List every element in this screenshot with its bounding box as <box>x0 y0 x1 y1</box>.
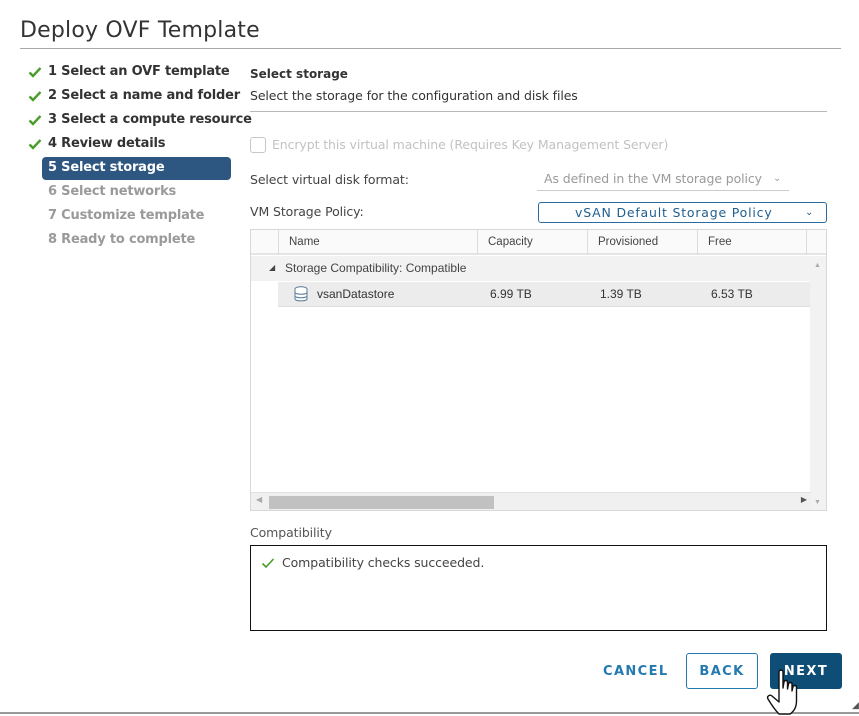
horizontal-scrollbar[interactable]: ◀ ▶ <box>251 492 811 510</box>
checkbox[interactable] <box>250 137 266 153</box>
column-header-free[interactable]: Free <box>698 230 807 255</box>
group-row[interactable]: ◢ Storage Compatibility: Compatible <box>251 256 811 281</box>
datastore-icon <box>294 286 308 302</box>
datastore-capacity: 6.99 TB <box>490 287 532 301</box>
scrollbar-thumb[interactable] <box>269 496 494 509</box>
step-label: 4 Review details <box>48 136 166 151</box>
table-row[interactable]: vsanDatastore 6.99 TB 1.39 TB 6.53 TB <box>278 282 811 307</box>
vertical-scrollbar[interactable]: ▲ ▼ <box>810 256 826 510</box>
title-divider <box>20 48 841 49</box>
disk-format-label: Select virtual disk format: <box>250 172 409 187</box>
chevron-down-icon: ⌄ <box>773 173 782 184</box>
resize-handle-icon[interactable]: ◢ <box>852 700 859 711</box>
datastore-provisioned: 1.39 TB <box>600 287 642 301</box>
disk-format-value: As defined in the VM storage policy <box>544 171 762 186</box>
step-label: 7 Customize template <box>48 208 205 223</box>
check-icon <box>261 558 275 569</box>
step-2[interactable]: 2 Select a name and folder <box>28 86 240 110</box>
section-divider <box>250 111 827 112</box>
cancel-button[interactable]: CANCEL <box>596 653 668 689</box>
step-5[interactable]: 5 Select storage <box>28 157 233 182</box>
encrypt-vm-label: Encrypt this virtual machine (Requires K… <box>272 137 669 152</box>
check-icon <box>28 67 42 78</box>
grid-header: Name Capacity Provisioned Free <box>251 230 826 255</box>
column-header-provisioned[interactable]: Provisioned <box>588 230 698 255</box>
storage-policy-select[interactable]: vSAN Default Storage Policy ⌄ <box>538 202 827 223</box>
step-label: 5 Select storage <box>48 160 165 175</box>
scroll-right-icon[interactable]: ▶ <box>801 495 807 504</box>
storage-policy-value: vSAN Default Storage Policy <box>575 205 773 220</box>
storage-policy-label: VM Storage Policy: <box>250 204 364 219</box>
column-header-name[interactable]: Name <box>279 230 478 255</box>
step-6: 6 Select networks <box>28 182 233 206</box>
step-1[interactable]: 1 Select an OVF template <box>28 62 233 86</box>
header-spacer <box>251 230 279 255</box>
chevron-down-icon: ⌄ <box>805 207 815 218</box>
back-button[interactable]: BACK <box>686 653 758 689</box>
compatibility-panel: Compatibility checks succeeded. <box>250 545 827 631</box>
step-label: 1 Select an OVF template <box>48 64 230 79</box>
dialog-title: Deploy OVF Template <box>20 18 260 43</box>
scroll-up-icon[interactable]: ▲ <box>814 262 821 269</box>
compatibility-label: Compatibility <box>250 525 332 540</box>
section-description: Select the storage for the configuration… <box>250 88 578 103</box>
hand-pointer-cursor-icon <box>766 669 798 715</box>
step-label: 2 Select a name and folder <box>48 88 240 103</box>
step-3[interactable]: 3 Select a compute resource <box>28 110 252 134</box>
datastore-name: vsanDatastore <box>317 287 395 301</box>
collapse-triangle-icon[interactable]: ◢ <box>269 256 275 280</box>
column-header-capacity[interactable]: Capacity <box>478 230 588 255</box>
scroll-down-icon[interactable]: ▼ <box>814 499 821 506</box>
step-8: 8 Ready to complete <box>28 230 233 254</box>
disk-format-select[interactable]: As defined in the VM storage policy ⌄ <box>537 168 789 191</box>
scroll-left-icon[interactable]: ◀ <box>256 495 262 504</box>
check-icon <box>28 115 42 126</box>
step-label: 3 Select a compute resource <box>48 112 252 127</box>
datastore-free: 6.53 TB <box>711 287 753 301</box>
step-7: 7 Customize template <box>28 206 233 230</box>
group-label: Storage Compatibility: Compatible <box>285 261 467 275</box>
step-label: 8 Ready to complete <box>48 232 196 247</box>
check-icon <box>28 139 42 150</box>
step-4[interactable]: 4 Review details <box>28 134 233 158</box>
compatibility-message: Compatibility checks succeeded. <box>282 555 485 570</box>
check-icon <box>28 91 42 102</box>
step-label: 6 Select networks <box>48 184 177 199</box>
section-title: Select storage <box>250 67 348 81</box>
datastore-grid: Name Capacity Provisioned Free ◢ Storage… <box>250 229 827 511</box>
